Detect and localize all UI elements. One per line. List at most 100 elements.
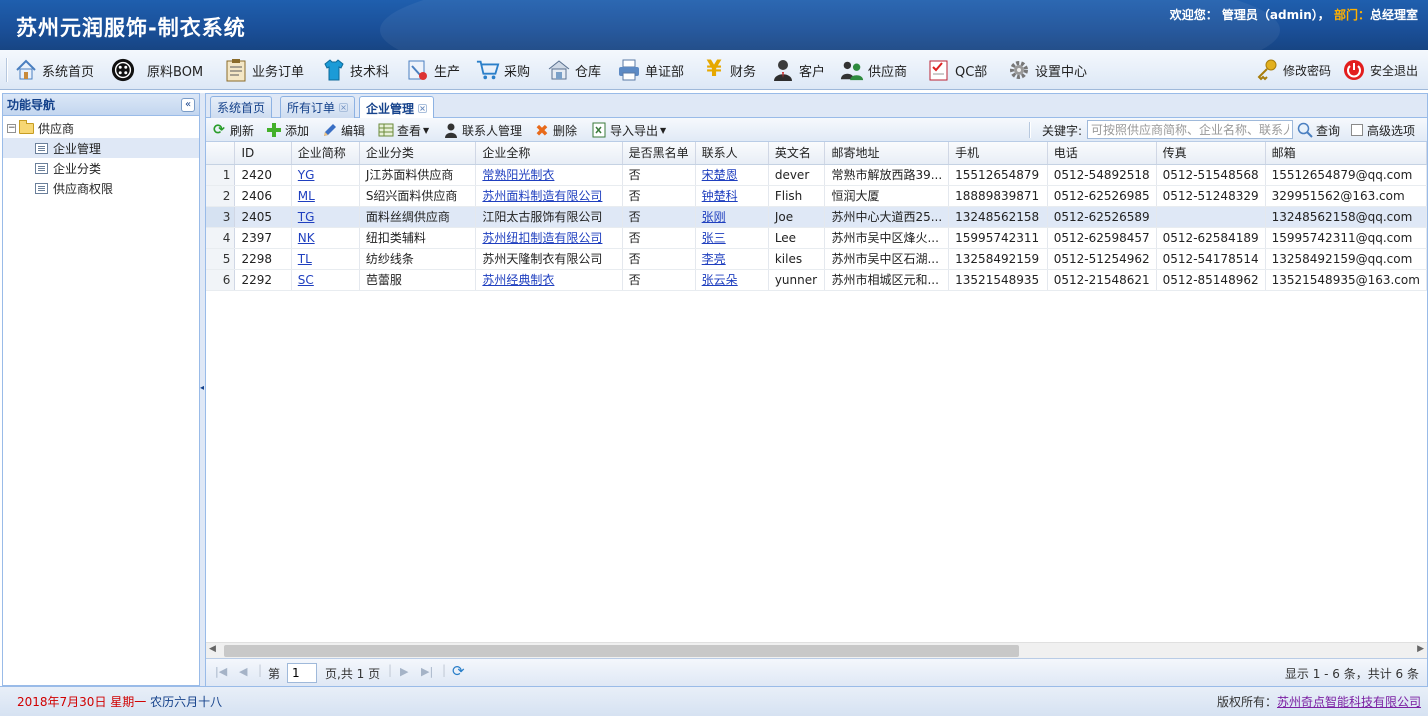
column-header[interactable]: 企业全称 bbox=[475, 142, 623, 165]
horizontal-scrollbar[interactable]: ◀ ▶ bbox=[206, 642, 1427, 658]
menu-bom[interactable]: 原料BOM bbox=[111, 55, 203, 85]
abbr-link[interactable]: ML bbox=[298, 189, 315, 203]
column-header[interactable]: 联系人 bbox=[695, 142, 769, 165]
tab-all-orders[interactable]: 所有订单 × bbox=[280, 96, 356, 118]
edit-button[interactable]: 编辑 bbox=[322, 121, 365, 139]
column-header[interactable]: 企业简称 bbox=[291, 142, 360, 165]
keyword-label-text: 关键字: bbox=[1042, 123, 1083, 138]
company-link[interactable]: 苏州奇点智能科技有限公司 bbox=[1277, 695, 1421, 709]
tree-item-company-management[interactable]: 企业管理 bbox=[3, 138, 199, 158]
abbr-link[interactable]: NK bbox=[298, 231, 315, 245]
column-header[interactable]: 传真 bbox=[1156, 142, 1266, 165]
contact-link[interactable]: 张刚 bbox=[702, 210, 726, 224]
tree-item-company-category[interactable]: 企业分类 bbox=[3, 158, 199, 178]
close-icon[interactable]: × bbox=[339, 103, 349, 112]
menu-home[interactable]: 系统首页 bbox=[14, 55, 94, 85]
column-header[interactable]: 邮寄地址 bbox=[824, 142, 950, 165]
menu-warehouse[interactable]: 仓库 bbox=[547, 55, 601, 85]
cell-fax: 0512-51248329 bbox=[1156, 185, 1266, 207]
cell-mobile: 13248562158 bbox=[948, 206, 1048, 228]
tree-toggle-icon[interactable]: − bbox=[7, 123, 16, 133]
table-row[interactable]: 3 2405 TG 面料丝绸供应商 江阳太古服饰有限公司否张刚 Joe 苏州中心大道西25.… bbox=[206, 206, 1427, 228]
view-button[interactable]: 查看 ▼ bbox=[378, 121, 429, 139]
tree-item-label: 供应商权限 bbox=[53, 181, 114, 196]
header-decoration bbox=[380, 0, 1280, 50]
column-header[interactable]: 企业分类 bbox=[359, 142, 477, 165]
query-button[interactable]: 查询 bbox=[1297, 121, 1340, 139]
menu-orders[interactable]: 业务订单 bbox=[224, 55, 304, 85]
menu-finance[interactable]: ¥ 财务 bbox=[702, 55, 756, 85]
cell-fax: 0512-85148962 bbox=[1156, 269, 1266, 291]
table-row[interactable]: 4 2397 NK 纽扣类辅料 苏州纽扣制造有限公司否张三 Lee 苏州市吴中区烽火... 1… bbox=[206, 227, 1427, 249]
full-link[interactable]: 苏州面料制造有限公司 bbox=[482, 189, 602, 203]
menu-qc-label: QC部 bbox=[955, 64, 988, 80]
next-page-icon[interactable]: ▶ bbox=[400, 665, 408, 678]
table-row[interactable]: 2 2406 ML S绍兴面料供应商 苏州面料制造有限公司 否钟楚科 Flish 恒润大厦 18… bbox=[206, 185, 1427, 207]
abbr-link[interactable]: SC bbox=[298, 273, 314, 287]
collapse-icon[interactable]: « bbox=[181, 97, 195, 112]
contact-link[interactable]: 宋楚恩 bbox=[702, 168, 738, 182]
column-header[interactable]: 英文名 bbox=[768, 142, 826, 165]
table-row[interactable]: 1 2420 YG J江苏面料供应商 常熟阳光制衣 否宋楚恩 dever 常熟市解放西路39.… bbox=[206, 164, 1427, 186]
cell-addr: 苏州市相城区元和... bbox=[824, 269, 950, 291]
contact-link[interactable]: 张云朵 bbox=[702, 273, 738, 287]
contact-link[interactable]: 张三 bbox=[702, 231, 726, 245]
column-header[interactable]: 电话 bbox=[1047, 142, 1157, 165]
menu-settings[interactable]: 设置中心 bbox=[1007, 55, 1087, 85]
change-password-button[interactable]: 修改密码 bbox=[1255, 55, 1331, 85]
page-number-input[interactable] bbox=[287, 663, 317, 683]
contact-link[interactable]: 李亮 bbox=[702, 252, 726, 266]
menu-qc[interactable]: QC部 bbox=[927, 55, 987, 85]
abbr-link[interactable]: TL bbox=[298, 252, 312, 266]
scroll-right-icon[interactable]: ▶ bbox=[1417, 644, 1424, 654]
logout-button[interactable]: 安全退出 bbox=[1342, 55, 1418, 85]
advanced-options-toggle[interactable]: 高级选项 bbox=[1351, 121, 1415, 139]
tab-company-management[interactable]: 企业管理 × bbox=[359, 96, 435, 119]
prev-page-icon[interactable]: ◀ bbox=[239, 665, 247, 678]
menu-suppliers-label: 供应商 bbox=[868, 64, 908, 80]
abbr-link[interactable]: TG bbox=[298, 210, 315, 224]
app-title: 苏州元润服饰-制衣系统 bbox=[16, 16, 246, 40]
column-header[interactable]: 邮箱 bbox=[1265, 142, 1427, 165]
refresh-button[interactable]: ⟳ 刷新 bbox=[211, 121, 254, 139]
menu-tech[interactable]: 技术科 bbox=[322, 55, 389, 85]
nav-header: 功能导航 « bbox=[3, 94, 199, 116]
cell-id: 2420 bbox=[234, 164, 292, 186]
delete-button[interactable]: ✖ 删除 bbox=[534, 121, 577, 140]
scroll-left-icon[interactable]: ◀ bbox=[209, 644, 216, 654]
contacts-button[interactable]: 联系人管理 bbox=[443, 121, 522, 139]
contact-link[interactable]: 钟楚科 bbox=[702, 189, 738, 203]
user-name: 管理员（admin）， bbox=[1221, 8, 1330, 22]
abbr-link[interactable]: YG bbox=[298, 168, 315, 182]
column-header[interactable]: ID bbox=[234, 142, 292, 165]
menu-customers[interactable]: 客户 bbox=[771, 55, 825, 85]
refresh-icon[interactable]: ⟳ bbox=[452, 662, 465, 680]
close-icon[interactable]: × bbox=[418, 103, 428, 113]
scrollbar-thumb[interactable] bbox=[224, 645, 1019, 657]
tree-node-suppliers[interactable]: − 供应商 bbox=[3, 118, 199, 138]
cell-id: 2406 bbox=[234, 185, 292, 207]
cell-addr: 常熟市解放西路39... bbox=[824, 164, 950, 186]
table-row[interactable]: 6 2292 SC 芭蕾服 苏州经典制衣否张云朵 yunner 苏州市相城区元和... 135… bbox=[206, 269, 1427, 291]
full-link[interactable]: 苏州经典制衣 bbox=[482, 273, 554, 287]
tree-item-supplier-permissions[interactable]: 供应商权限 bbox=[3, 178, 199, 198]
column-header[interactable]: 手机 bbox=[948, 142, 1048, 165]
first-page-icon[interactable]: |◀ bbox=[215, 665, 227, 678]
home-icon bbox=[14, 58, 38, 82]
table-row[interactable]: 5 2298 TL 纺纱线条 苏州天隆制衣有限公司否李亮 kiles 苏州市吴中区石湖...… bbox=[206, 248, 1427, 270]
tab-home[interactable]: 系统首页 bbox=[210, 96, 273, 118]
add-button[interactable]: 添加 bbox=[266, 121, 309, 139]
splitter-arrow-icon[interactable]: ◂ bbox=[200, 383, 204, 392]
last-page-icon[interactable]: ▶| bbox=[421, 665, 433, 678]
menu-documents[interactable]: 单证部 bbox=[617, 55, 684, 85]
advanced-options-checkbox[interactable] bbox=[1351, 124, 1363, 136]
menu-purchase[interactable]: 采购 bbox=[476, 55, 530, 85]
full-link[interactable]: 苏州纽扣制造有限公司 bbox=[482, 231, 602, 245]
column-header[interactable]: 是否黑名单 bbox=[622, 142, 696, 165]
full-link[interactable]: 常熟阳光制衣 bbox=[482, 168, 554, 182]
menu-suppliers[interactable]: 供应商 bbox=[840, 55, 907, 85]
menu-production[interactable]: 生产 bbox=[406, 55, 460, 85]
tree-item-label: 企业管理 bbox=[53, 141, 102, 156]
keyword-search-input[interactable] bbox=[1087, 120, 1293, 139]
import-export-button[interactable]: 导入导出 ▼ bbox=[591, 121, 666, 139]
